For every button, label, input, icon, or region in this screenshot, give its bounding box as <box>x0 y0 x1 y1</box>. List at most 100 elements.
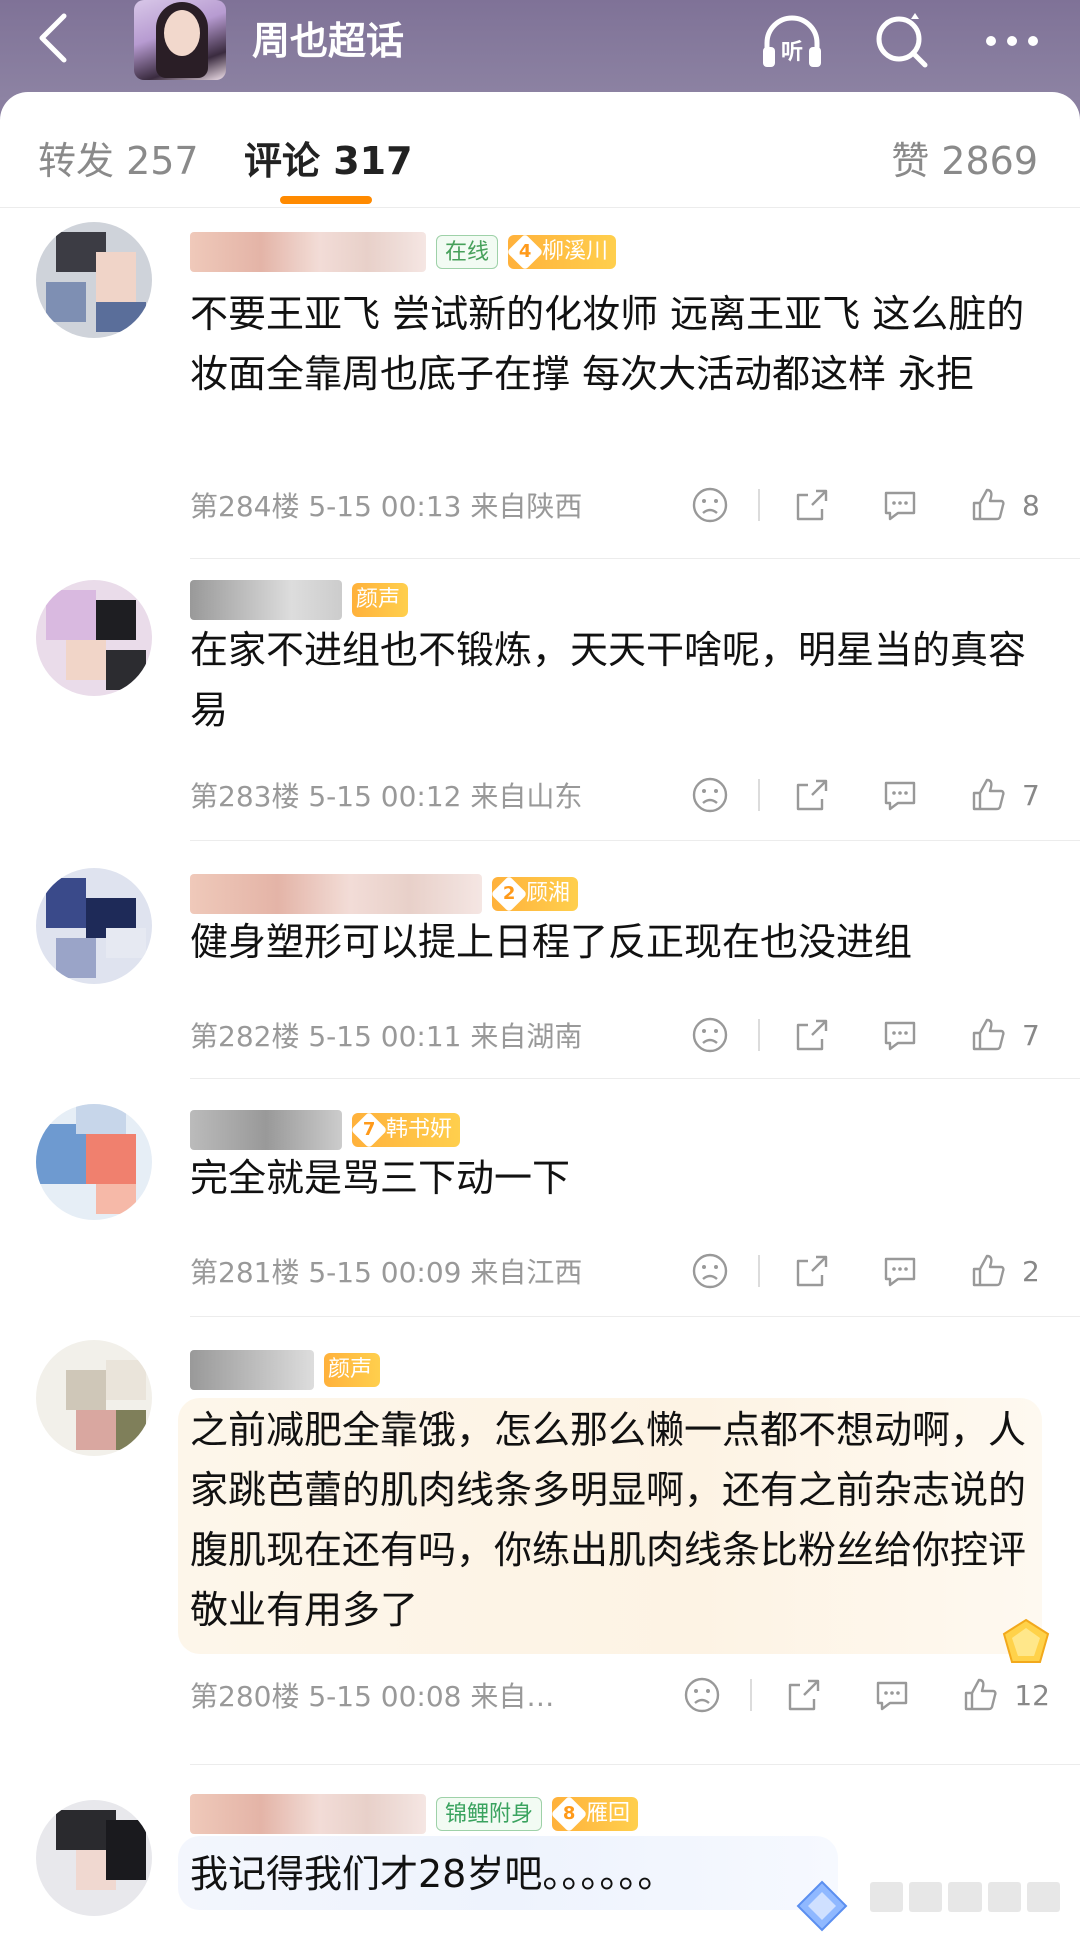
tab-likes[interactable]: 赞 2869 <box>891 130 1038 185</box>
like-button[interactable]: 12 <box>960 1672 1050 1718</box>
comment-item: ＿＿＿＿＿＿＿＿ 在线 4 柳溪川 不要王亚飞 尝试新的化妆师 远离王亚飞 这么… <box>0 222 1080 542</box>
like-count: 7 <box>1022 778 1040 812</box>
fan-title: 颜声 <box>356 587 401 612</box>
fan-title: 柳溪川 <box>542 239 609 264</box>
fan-title: 雁回 <box>586 1801 631 1826</box>
avatar[interactable] <box>36 1104 152 1220</box>
fan-level-number: 4 <box>518 241 532 262</box>
comment-text: 之前减肥全靠饿，怎么那么懒一点都不想动啊，人家跳芭蕾的肌肉线条多明显啊，还有之前… <box>190 1408 1027 1632</box>
search-button[interactable] <box>864 6 940 76</box>
divider <box>190 1764 1080 1765</box>
comment-meta: 第283楼 5-15 00:12 来自山东 <box>190 780 583 813</box>
page-title[interactable]: 周也超话 <box>252 10 404 65</box>
user-name[interactable]: ＿＿＿＿ <box>190 1350 315 1390</box>
fan-title: 颜声 <box>328 1357 373 1382</box>
fan-level-badge[interactable]: 7 韩书妍 <box>350 1111 461 1149</box>
dislike-button[interactable] <box>690 482 730 528</box>
share-button[interactable] <box>784 1672 824 1718</box>
avatar[interactable] <box>36 868 152 984</box>
comment-icon <box>877 1681 908 1711</box>
koi-badge[interactable]: 锦鲤附身 <box>436 1797 543 1831</box>
more-icon <box>986 36 1038 46</box>
comment-item: ＿＿＿＿＿＿＿＿ 锦鲤附身 8 雁回 我记得我们才28岁吧。。。。。。 <box>0 1790 1080 1936</box>
divider <box>190 840 1080 841</box>
tab-bar: 转发 257 评论 317 赞 2869 <box>0 92 1080 208</box>
comment-item: ＿＿＿＿＿ 颜声 在家不进组也不锻炼，天天干啥呢，明星当的真容易 第283楼 5… <box>0 580 1080 820</box>
comment-item: ＿＿＿＿＿＿＿＿＿＿ 2 顾湘 健身塑形可以提上日程了反正现在也没进组 第282… <box>0 868 1080 1068</box>
dislike-button[interactable] <box>690 772 730 818</box>
share-icon <box>796 1255 828 1287</box>
user-name[interactable]: ＿＿＿＿＿＿＿＿ <box>190 1794 427 1834</box>
comment-text: 不要王亚飞 尝试新的化妆师 远离王亚飞 这么脏的妆面全靠周也底子在撑 每次大活动… <box>190 292 1025 396</box>
supertopic-avatar[interactable] <box>134 0 226 80</box>
divider <box>190 1316 1080 1317</box>
like-count: 8 <box>1022 488 1040 522</box>
user-name[interactable]: ＿＿＿＿＿ <box>190 1110 343 1150</box>
user-name[interactable]: ＿＿＿＿＿＿＿＿＿＿ <box>190 874 483 914</box>
like-button[interactable]: 2 <box>968 1248 1050 1294</box>
sad-face-icon <box>692 1017 728 1053</box>
more-button[interactable] <box>974 6 1050 76</box>
share-button[interactable] <box>792 772 832 818</box>
share-button[interactable] <box>792 482 832 528</box>
thumbs-up-icon <box>965 1678 997 1711</box>
fan-level-badge[interactable]: 4 柳溪川 <box>506 233 617 271</box>
comment-item: ＿＿＿＿ 颜声 之前减肥全靠饿，怎么那么懒一点都不想动啊，人家跳芭蕾的肌肉线条多… <box>0 1340 1080 1740</box>
like-button[interactable]: 7 <box>968 1012 1050 1058</box>
comment-meta: 第280楼 5-15 00:08 来自… <box>190 1680 555 1713</box>
reply-button[interactable] <box>880 1012 920 1058</box>
share-button[interactable] <box>792 1248 832 1294</box>
like-count: 12 <box>1014 1678 1050 1712</box>
fan-title: 韩书妍 <box>386 1117 453 1142</box>
listen-button[interactable]: 听 <box>754 6 830 76</box>
back-button[interactable] <box>28 8 78 68</box>
reply-button[interactable] <box>880 482 920 528</box>
fan-level-number: 2 <box>502 883 516 904</box>
comment-item: ＿＿＿＿＿ 7 韩书妍 完全就是骂三下动一下 第281楼 5-15 00:09 … <box>0 1104 1080 1304</box>
thumbs-up-icon <box>972 1254 1005 1287</box>
user-name[interactable]: ＿＿＿＿＿＿＿＿ <box>190 232 427 272</box>
comment-text: 完全就是骂三下动一下 <box>190 1156 571 1200</box>
share-button[interactable] <box>792 1012 832 1058</box>
thumbs-up-icon <box>972 778 1005 811</box>
like-button[interactable]: 8 <box>968 482 1050 528</box>
dislike-button[interactable] <box>690 1248 730 1294</box>
reply-button[interactable] <box>880 772 920 818</box>
fan-level-number: 8 <box>562 1803 576 1824</box>
user-name[interactable]: ＿＿＿＿＿ <box>190 580 343 620</box>
avatar[interactable] <box>36 1800 152 1916</box>
comment-meta: 第282楼 5-15 00:11 来自湖南 <box>190 1020 583 1053</box>
dislike-button[interactable] <box>682 1672 722 1718</box>
tab-comments[interactable]: 评论 317 <box>244 130 413 185</box>
avatar[interactable] <box>36 222 152 338</box>
share-icon <box>796 1019 828 1051</box>
gem-decoration-icon <box>1002 1618 1050 1663</box>
reply-button[interactable] <box>880 1248 920 1294</box>
active-tab-indicator <box>280 196 372 204</box>
fan-level-badge[interactable]: 2 顾湘 <box>490 875 579 913</box>
divider <box>190 1078 1080 1079</box>
reply-button[interactable] <box>872 1672 912 1718</box>
fan-level-badge[interactable]: 颜声 <box>352 583 409 617</box>
comment-icon <box>884 491 916 521</box>
sad-face-icon <box>685 1677 720 1713</box>
tab-repost[interactable]: 转发 257 <box>38 130 199 185</box>
comment-meta: 第281楼 5-15 00:09 来自江西 <box>190 1256 583 1289</box>
comment-icon <box>884 1021 916 1051</box>
fan-title: 顾湘 <box>526 881 571 906</box>
fan-level-badge[interactable]: 8 雁回 <box>550 1795 639 1833</box>
share-icon <box>796 779 828 811</box>
chevron-left-icon <box>39 13 67 63</box>
top-bar: 周也超话 听 <box>0 0 1080 100</box>
avatar[interactable] <box>36 580 152 696</box>
dislike-button[interactable] <box>690 1012 730 1058</box>
share-icon <box>796 489 828 521</box>
headphones-icon: 听 <box>763 15 821 67</box>
avatar[interactable] <box>36 1340 152 1456</box>
fan-level-badge[interactable]: 颜声 <box>324 1353 381 1387</box>
sad-face-icon <box>692 1253 728 1289</box>
comment-meta: 第284楼 5-15 00:13 来自陕西 <box>190 490 583 523</box>
share-icon <box>789 1679 820 1711</box>
comment-text: 在家不进组也不锻炼，天天干啥呢，明星当的真容易 <box>190 628 1027 732</box>
like-button[interactable]: 7 <box>968 772 1050 818</box>
